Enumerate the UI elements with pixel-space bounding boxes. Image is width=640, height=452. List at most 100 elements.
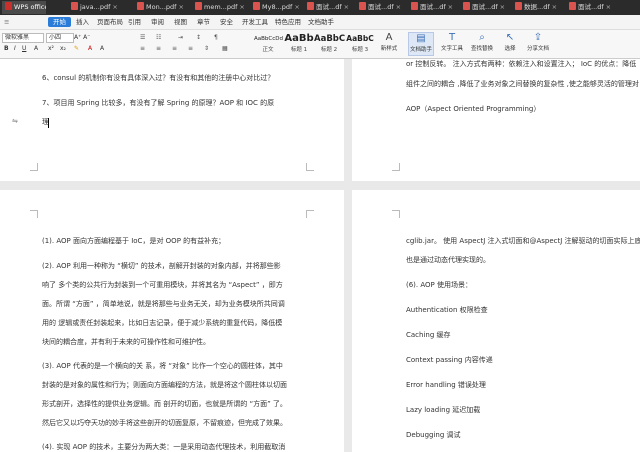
bold-icon[interactable]: B (4, 45, 9, 52)
close-icon[interactable]: × (178, 3, 183, 11)
style-gallery-icon: A (385, 32, 393, 43)
style-heading-2[interactable]: AaBbC 标题 2 (314, 33, 345, 53)
paragraph: cglib.jar。 使用 AspectJ 注入式切面和@AspectJ 注解驱… (406, 237, 640, 245)
find-replace-icon: ⌕ (479, 32, 485, 43)
paragraph: Lazy loading 延迟加载 (406, 406, 481, 414)
menu-item-start[interactable]: 开始 (48, 17, 71, 27)
line-spacing-icon[interactable]: ⇕ (204, 45, 209, 52)
tab-document[interactable]: 数据...df × (512, 1, 562, 14)
find-replace-button[interactable]: ⌕ 查找替换 (470, 32, 494, 54)
paragraph: (4). 实现 AOP 的技术，主要分为两大类：一是采用动态代理技术，利用截取消 (42, 443, 286, 451)
tab-label: 面试...df (420, 3, 446, 11)
share-button[interactable]: ⇪ 分享文档 (526, 32, 550, 54)
font-color-icon[interactable]: A (88, 45, 92, 52)
page[interactable]: cglib.jar。 使用 AspectJ 注入式切面和@AspectJ 注解驱… (352, 190, 640, 452)
paragraph: 形式剖开，选择性的提供业务逻辑。而 剖开的切面，也就是所谓的 “方面” 了。 (42, 400, 287, 408)
menu-item-reference[interactable]: 引用 (128, 17, 141, 27)
document-assistant-button[interactable]: ▤ 文档助手 (408, 32, 434, 56)
paragraph: (6). AOP 使用场景： (406, 281, 472, 289)
menu-item-insert[interactable]: 插入 (76, 17, 89, 27)
italic-icon[interactable]: I (14, 45, 16, 52)
page[interactable]: 6、consul 的机制你有没有具体深入过？有没有和其他的注册中心对比过？ 7、… (0, 59, 344, 181)
align-center-icon[interactable]: ≡ (156, 45, 161, 52)
highlight-icon[interactable]: ✎ (74, 45, 79, 52)
style-preview: AaBbC (346, 34, 374, 43)
tab-document[interactable]: 面试...df × (460, 1, 510, 14)
menu-item-doc-assistant[interactable]: 文档助手 (308, 17, 334, 27)
paragraph: 也是通过动态代理实现的。 (406, 256, 490, 264)
paragraph: Debugging 调试 (406, 431, 461, 439)
page[interactable]: (1). AOP 面向方面编程基于 IoC，是对 OOP 的有益补充； (2).… (0, 190, 344, 452)
menu-item-view[interactable]: 视图 (174, 17, 187, 27)
margin-mark (30, 163, 38, 171)
menu-item-developer[interactable]: 开发工具 (242, 17, 268, 27)
font-name-select[interactable]: 微软雅黑 (2, 33, 44, 43)
indent-icon[interactable]: ⇥ (178, 34, 183, 41)
close-icon[interactable]: × (294, 3, 299, 11)
numbered-list-icon[interactable]: ☷ (156, 34, 161, 41)
style-heading-3[interactable]: AaBbC 标题 3 (345, 33, 375, 53)
tab-document[interactable]: 面试...df × (356, 1, 406, 14)
menu-item-review[interactable]: 审阅 (151, 17, 164, 27)
sort-icon[interactable]: ↕ (196, 34, 201, 41)
button-label: 文档助手 (409, 47, 432, 53)
close-icon[interactable]: × (500, 3, 505, 11)
paragraph: 封装的是对象的属性和行为；则面向方面编程的方法，就是将这个圆柱体以切面 (42, 381, 287, 389)
menu-icon[interactable]: ≡ (4, 17, 9, 27)
grow-font-icon[interactable]: A⁺ A⁻ (74, 34, 90, 41)
tab-wps-home[interactable]: WPS office (2, 1, 46, 14)
tab-document[interactable]: My8...pdf × (250, 1, 302, 14)
tab-document[interactable]: java...pdf × (68, 1, 124, 14)
document-area[interactable]: 6、consul 的机制你有没有具体深入过？有没有和其他的注册中心对比过？ 7、… (0, 59, 640, 452)
margin-mark (306, 163, 314, 171)
strikethrough-icon[interactable]: A (34, 45, 38, 52)
underline-icon[interactable]: U (22, 45, 26, 52)
select-button[interactable]: ↖ 选择 (498, 32, 522, 54)
close-icon[interactable]: × (448, 3, 453, 11)
style-heading-1[interactable]: AaBb 标题 1 (284, 33, 314, 53)
tab-label: My8...pdf (262, 3, 293, 11)
clear-format-icon[interactable]: A (100, 45, 104, 52)
close-icon[interactable]: × (239, 3, 244, 11)
tab-label: 面试...df (472, 3, 498, 11)
menu-bar: ≡ 开始 插入 页面布局 引用 审阅 视图 章节 安全 开发工具 特色应用 文档… (0, 15, 640, 30)
ribbon-toolbar: 微软雅黑 小四 A⁺ A⁻ B I U A x² x₂ ✎ A A ☰ ☷ ⇥ … (0, 30, 640, 59)
new-style-label: 新样式 (380, 46, 398, 52)
close-icon[interactable]: × (552, 3, 557, 11)
margin-mark (392, 163, 400, 171)
tab-document[interactable]: mem...pdf × (192, 1, 248, 14)
tab-document[interactable]: 面试...df × (304, 1, 354, 14)
menu-item-page-layout[interactable]: 页面布局 (97, 17, 123, 27)
close-icon[interactable]: × (112, 3, 117, 11)
show-marks-icon[interactable]: ¶ (214, 34, 218, 41)
pdf-icon (307, 2, 314, 10)
style-normal[interactable]: AaBbCcDd 正文 (254, 33, 283, 53)
shading-icon[interactable]: ▦ (222, 45, 228, 52)
subscript-icon[interactable]: x₂ (60, 45, 66, 52)
close-icon[interactable]: × (344, 3, 349, 11)
align-left-icon[interactable]: ≡ (140, 45, 145, 52)
justify-icon[interactable]: ≡ (188, 45, 193, 52)
font-size-select[interactable]: 小四 (46, 33, 74, 43)
menu-item-security[interactable]: 安全 (220, 17, 233, 27)
bullet-list-icon[interactable]: ☰ (140, 34, 145, 41)
tab-document[interactable]: Mon...pdf × (134, 1, 190, 14)
menu-item-chapter[interactable]: 章节 (197, 17, 210, 27)
new-style-button[interactable]: A 新样式 (377, 32, 401, 54)
superscript-icon[interactable]: x² (48, 45, 54, 52)
page[interactable]: or 控制反转。 注入方式有两种：依赖注入和设置注入； IoC 的优点：降低 组… (352, 59, 640, 181)
align-right-icon[interactable]: ≡ (172, 45, 177, 52)
text-tool-icon: T (448, 32, 456, 43)
pdf-icon (71, 2, 78, 10)
text-tool-button[interactable]: T 文字工具 (440, 32, 464, 54)
select-icon: ↖ (505, 32, 515, 43)
close-icon[interactable]: × (606, 3, 611, 11)
tab-label: 面试...df (316, 3, 342, 11)
pdf-icon (463, 2, 470, 10)
paragraph-handle-icon[interactable]: ⇋ (12, 117, 18, 125)
tab-document[interactable]: 面试...df × (408, 1, 458, 14)
tab-document[interactable]: 面试...df × (566, 1, 618, 14)
tab-label: 数据...df (524, 3, 550, 11)
close-icon[interactable]: × (396, 3, 401, 11)
menu-item-features[interactable]: 特色应用 (275, 17, 301, 27)
